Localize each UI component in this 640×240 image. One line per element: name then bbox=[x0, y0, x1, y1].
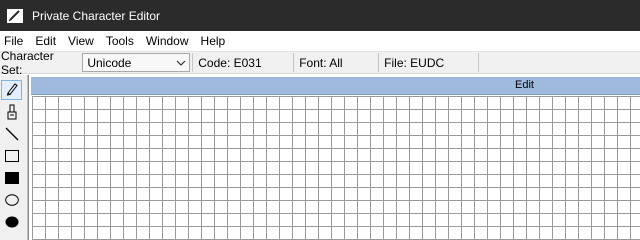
edit-window-header: Edit bbox=[31, 77, 640, 95]
window-title: Private Character Editor bbox=[32, 8, 161, 23]
hollow-ellipse-icon bbox=[4, 193, 19, 209]
filled-rectangle-icon bbox=[4, 171, 19, 187]
hollow-rectangle-tool[interactable] bbox=[1, 147, 22, 167]
menu-tools[interactable]: Tools bbox=[100, 31, 140, 51]
hollow-rectangle-icon bbox=[4, 149, 19, 165]
line-tool[interactable] bbox=[1, 125, 22, 145]
code-field: Code: E031 bbox=[192, 53, 293, 72]
filled-rectangle-tool[interactable] bbox=[1, 169, 22, 189]
filled-ellipse-icon bbox=[5, 216, 19, 231]
character-set-value: Unicode bbox=[87, 55, 132, 70]
app-icon[interactable] bbox=[7, 8, 23, 24]
pencil-icon bbox=[5, 82, 19, 99]
file-field: File: EUDC bbox=[378, 53, 478, 72]
edit-window: Edit bbox=[28, 75, 640, 240]
character-set-dropdown[interactable]: Unicode bbox=[82, 53, 191, 72]
font-field: Font: All bbox=[293, 53, 378, 72]
brush-icon bbox=[5, 104, 19, 123]
empty-status-field bbox=[478, 53, 640, 72]
filled-ellipse-tool[interactable] bbox=[1, 213, 22, 233]
pencil-tool[interactable] bbox=[1, 80, 22, 100]
hollow-ellipse-tool[interactable] bbox=[1, 191, 22, 211]
chevron-down-icon[interactable] bbox=[173, 54, 189, 71]
edit-window-title: Edit bbox=[515, 79, 534, 91]
menu-bar: File Edit View Tools Window Help bbox=[0, 31, 640, 51]
character-set-label: Character Set: bbox=[1, 48, 54, 77]
line-icon bbox=[5, 127, 19, 144]
title-bar: Private Character Editor bbox=[0, 0, 640, 31]
tool-palette bbox=[0, 75, 28, 240]
menu-help[interactable]: Help bbox=[195, 31, 232, 51]
brush-tool[interactable] bbox=[1, 103, 22, 123]
glyph-edit-grid[interactable] bbox=[32, 96, 640, 240]
status-toolbar: Character Set: Unicode Code: E031 Font: … bbox=[0, 48, 640, 77]
menu-window[interactable]: Window bbox=[140, 31, 195, 51]
